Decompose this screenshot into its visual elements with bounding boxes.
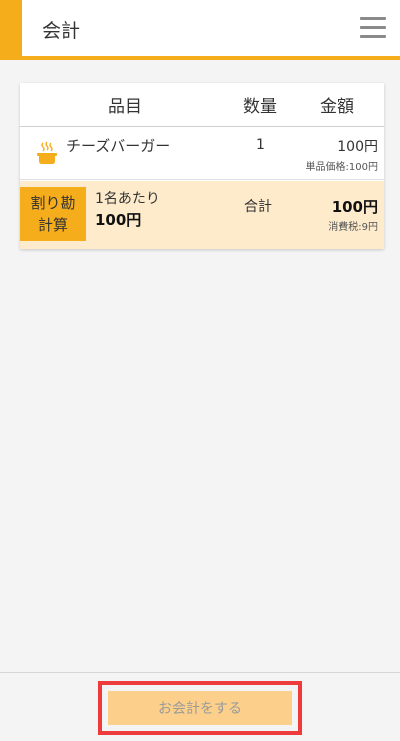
app-header: 会計: [0, 0, 400, 60]
total-amount: 100円: [331, 198, 378, 216]
per-person-amount: 100円: [95, 211, 142, 229]
header-accent-bar: [0, 0, 22, 60]
table-header: 品目 数量 金額: [20, 83, 384, 127]
split-label-line1: 割り勘: [30, 194, 76, 212]
split-bill-button[interactable]: 割り勘 計算: [20, 187, 86, 241]
column-header-amount: 金額: [320, 97, 354, 117]
per-person-label: 1名あたり: [95, 191, 160, 207]
page-title: 会計: [42, 20, 81, 42]
column-header-quantity: 数量: [243, 97, 277, 117]
split-bill-row: 割り勘 計算 1名あたり 100円 合計 100円 消費税:9円: [20, 181, 384, 249]
checkout-highlight-frame: お会計をする: [98, 681, 302, 735]
item-unit-price: 単品価格:100円: [305, 162, 378, 173]
column-header-item: 品目: [108, 97, 142, 117]
footer-bar: お会計をする: [0, 672, 400, 741]
split-label-line2: 計算: [37, 216, 68, 234]
item-name: チーズバーガー: [66, 137, 171, 155]
hamburger-menu-icon[interactable]: [360, 17, 386, 39]
cooking-pot-icon: [37, 141, 57, 164]
menu-line: [360, 17, 386, 20]
order-table: 品目 数量 金額 チーズバーガー 1 100円 単品価格:100円 割り勘 計算…: [20, 83, 384, 249]
tax-amount: 消費税:9円: [328, 222, 378, 233]
checkout-button[interactable]: お会計をする: [108, 691, 292, 725]
menu-line: [360, 35, 386, 38]
table-row: チーズバーガー 1 100円 単品価格:100円: [20, 127, 384, 180]
menu-line: [360, 26, 386, 29]
item-quantity: 1: [256, 137, 265, 153]
total-label: 合計: [244, 199, 272, 215]
item-price: 100円: [337, 139, 378, 155]
